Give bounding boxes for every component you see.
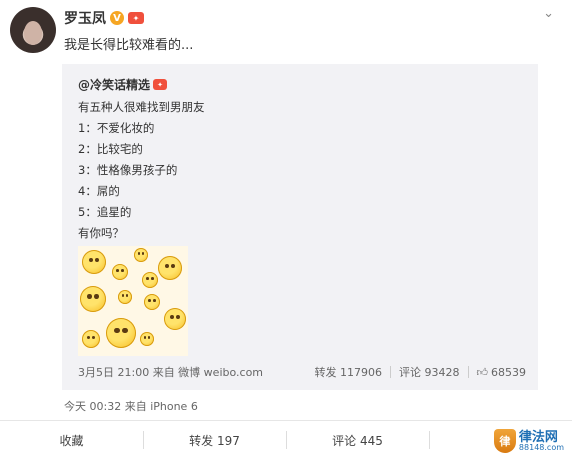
repost-stats: 转发 117906 评论 93428 👍︎ 68539 (315, 364, 527, 380)
post-text: 我是长得比较难看的... (64, 38, 194, 53)
chevron-down-icon[interactable]: ⌄ (543, 6, 554, 21)
author-row: 罗玉凤 V ✦ (64, 8, 144, 28)
repost-line: 5：追星的 (78, 205, 132, 219)
thumbs-up-icon[interactable]: 👍︎ (477, 366, 489, 379)
repost-line: 2：比较宅的 (78, 142, 143, 156)
emoji-image[interactable] (78, 246, 188, 356)
favorite-button[interactable]: 收藏 (0, 421, 143, 459)
repost-line: 4：屌的 (78, 184, 120, 198)
repost-meta: 3月5日 21:00 来自 微博 weibo.com (78, 366, 264, 379)
repost-line: 1：不爱化妆的 (78, 121, 155, 135)
repost-count[interactable]: 转发 117906 (315, 364, 383, 380)
like-count[interactable]: 68539 (491, 366, 526, 379)
repost-line: 3：性格像男孩子的 (78, 163, 178, 177)
avatar[interactable] (10, 7, 56, 53)
comment-button[interactable]: 评论 445 (286, 421, 429, 459)
shield-icon: 律 (493, 429, 516, 453)
post-meta: 今天 00:32 来自 iPhone 6 (64, 400, 198, 413)
repost-author[interactable]: @冷笑话精选 (78, 76, 150, 93)
repost-button[interactable]: 转发 197 (143, 421, 286, 459)
repost-author-row: @冷笑话精选 ✦ (78, 76, 168, 93)
watermark-logo: 律 律法网 88148.com (493, 429, 564, 453)
repost-card[interactable]: @冷笑话精选 ✦ 有五种人很难找到男朋友 1：不爱化妆的 2：比较宅的 3：性格… (62, 64, 538, 390)
verified-icon: V (110, 11, 124, 25)
action-bar: 收藏 转发 197 评论 445 (0, 421, 572, 459)
vip-icon: ✦ (153, 79, 168, 90)
vip-icon: ✦ (128, 12, 144, 24)
comment-count[interactable]: 评论 93428 (399, 364, 460, 380)
author-name[interactable]: 罗玉凤 (64, 8, 106, 28)
repost-line: 有你吗？ (78, 226, 124, 240)
repost-line: 有五种人很难找到男朋友 (78, 100, 205, 114)
